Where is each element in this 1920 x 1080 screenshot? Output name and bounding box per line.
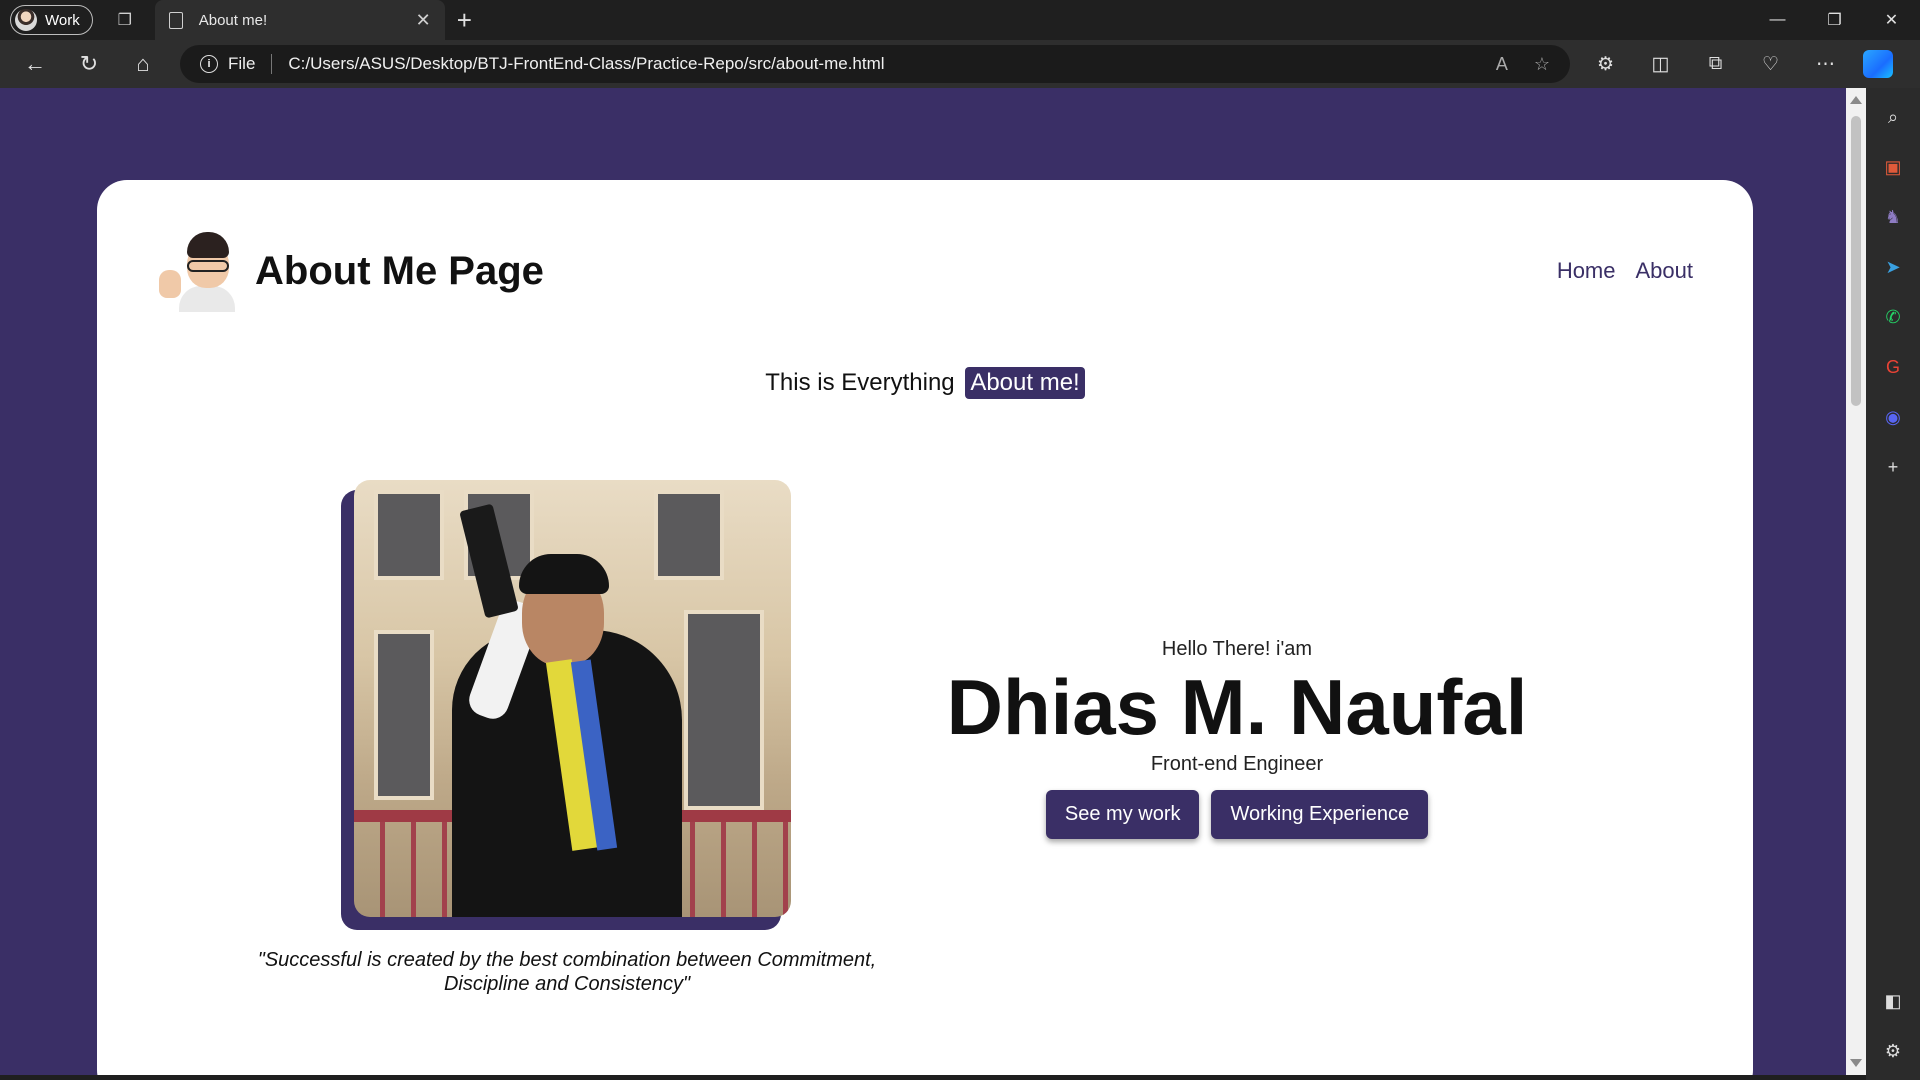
web-viewport: About Me Page Home About This is Everyth… xyxy=(0,88,1846,1075)
tagline-text: This is Everything xyxy=(765,369,955,396)
profile-label: Work xyxy=(45,11,80,29)
page-title: About Me Page xyxy=(255,248,544,293)
extensions-icon[interactable]: ⚙ xyxy=(1578,53,1633,76)
minimize-icon[interactable]: — xyxy=(1749,0,1806,40)
scroll-up-icon[interactable] xyxy=(1850,96,1862,104)
tab-strip: Work ❐ About me! ✕ + — ❐ ✕ xyxy=(0,0,1920,40)
profile-button[interactable]: Work xyxy=(10,5,93,35)
profile-photo-frame xyxy=(341,480,793,932)
read-aloud-icon[interactable]: A xyxy=(1496,54,1508,75)
restore-icon[interactable]: ❐ xyxy=(1806,0,1863,40)
more-menu-icon[interactable]: ⋯ xyxy=(1798,53,1853,76)
edge-sidebar: ⌕ ▣ ♞ ➤ ✆ G ◉ + ◧ ⚙ xyxy=(1866,88,1920,1080)
page-header: About Me Page Home About xyxy=(157,226,1693,316)
content-card: About Me Page Home About This is Everyth… xyxy=(97,180,1753,1075)
split-screen-icon[interactable]: ◫ xyxy=(1633,53,1688,76)
window-controls: — ❐ ✕ xyxy=(1749,0,1920,40)
toolbar: ← ↻ ⌂ i File C:/Users/ASUS/Desktop/BTJ-F… xyxy=(0,40,1920,88)
send-icon[interactable]: ➤ xyxy=(1878,252,1908,282)
games-icon[interactable]: ♞ xyxy=(1878,202,1908,232)
whatsapp-icon[interactable]: ✆ xyxy=(1878,302,1908,332)
url-text[interactable]: C:/Users/ASUS/Desktop/BTJ-FrontEnd-Class… xyxy=(288,54,1469,74)
divider xyxy=(271,54,273,74)
hero-role: Front-end Engineer xyxy=(1150,753,1324,775)
motto-quote: "Successful is created by the best combi… xyxy=(257,949,877,995)
sidebar-toggle-icon[interactable]: ◧ xyxy=(1878,986,1908,1016)
add-app-icon[interactable]: + xyxy=(1878,452,1908,482)
back-icon[interactable]: ← xyxy=(8,44,62,84)
vertical-scrollbar[interactable] xyxy=(1846,88,1866,1075)
profile-avatar xyxy=(15,9,37,31)
scroll-down-icon[interactable] xyxy=(1850,1059,1862,1067)
discord-icon[interactable]: ◉ xyxy=(1878,402,1908,432)
new-tab-icon[interactable]: + xyxy=(457,7,472,33)
close-window-icon[interactable]: ✕ xyxy=(1863,0,1920,40)
settings-gear-icon[interactable]: ⚙ xyxy=(1878,1036,1908,1066)
workspaces-icon[interactable]: ❐ xyxy=(107,5,143,35)
performance-icon[interactable]: ♡ xyxy=(1743,53,1798,76)
tab-about-me[interactable]: About me! ✕ xyxy=(154,0,445,40)
main-nav: Home About xyxy=(1557,258,1693,284)
hero-greeting: Hello There! i'am xyxy=(1161,638,1313,660)
toolbar-icons: ⚙ ◫ ⧉ ♡ ⋯ xyxy=(1578,53,1853,76)
scroll-thumb[interactable] xyxy=(1851,116,1861,406)
hero-buttons: See my work Working Experience xyxy=(937,790,1537,839)
working-experience-button[interactable]: Working Experience xyxy=(1211,790,1429,839)
nav-home-link[interactable]: Home xyxy=(1557,258,1616,284)
info-icon[interactable]: i xyxy=(200,55,218,73)
tab-title: About me! xyxy=(198,11,268,29)
see-my-work-button[interactable]: See my work xyxy=(1045,790,1200,839)
close-tab-icon[interactable]: ✕ xyxy=(416,10,431,31)
tagline-badge: About me! xyxy=(965,367,1085,399)
graduation-photo xyxy=(354,480,791,917)
memoji-avatar xyxy=(157,230,235,312)
hero-name: Dhias M. Naufal xyxy=(946,663,1528,751)
hero-section: Hello There! i'am Dhias M. Naufal Front-… xyxy=(937,638,1537,839)
tagline: This is Everything About me! xyxy=(97,367,1753,399)
nav-about-link[interactable]: About xyxy=(1636,258,1694,284)
home-icon[interactable]: ⌂ xyxy=(116,44,170,84)
favorite-star-icon[interactable]: ☆ xyxy=(1534,54,1550,75)
url-scheme-label: File xyxy=(228,54,256,73)
address-bar[interactable]: i File C:/Users/ASUS/Desktop/BTJ-FrontEn… xyxy=(180,45,1570,83)
search-icon[interactable]: ⌕ xyxy=(1878,102,1908,132)
collections-icon[interactable]: ⧉ xyxy=(1688,53,1743,76)
tools-icon[interactable]: ▣ xyxy=(1878,152,1908,182)
google-icon[interactable]: G xyxy=(1878,352,1908,382)
copilot-icon[interactable] xyxy=(1863,50,1893,78)
page-icon xyxy=(168,11,183,29)
refresh-icon[interactable]: ↻ xyxy=(62,44,116,84)
